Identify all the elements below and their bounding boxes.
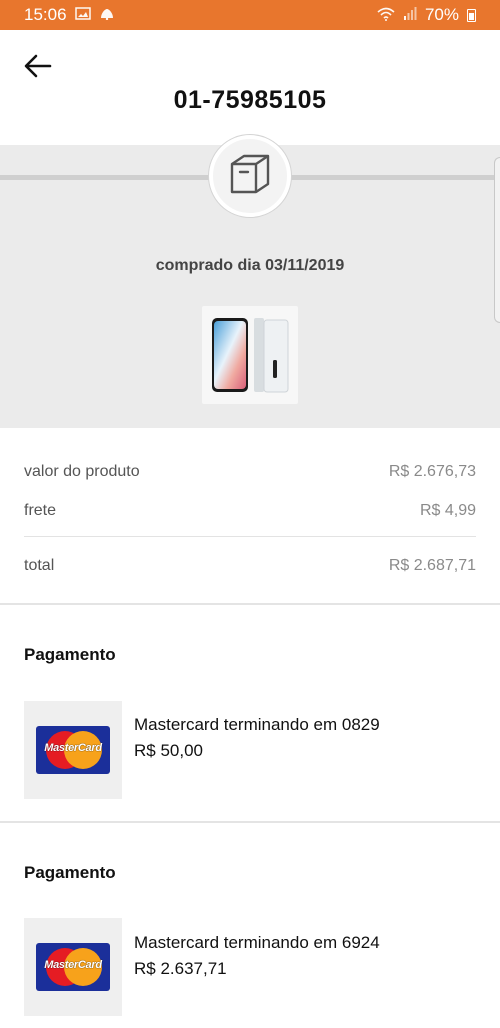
status-time: 15:06 — [24, 5, 67, 24]
summary-divider — [24, 536, 476, 537]
scroll-indicator[interactable] — [494, 157, 500, 323]
card-description: Mastercard terminando em 0829 — [134, 715, 380, 734]
payment-title: Pagamento — [24, 645, 116, 664]
box-icon — [226, 152, 274, 201]
battery-icon — [467, 8, 476, 22]
shipping-value: R$ 4,99 — [419, 502, 476, 519]
battery-percent: 70% — [424, 5, 459, 24]
payment-amount: R$ 2.637,71 — [134, 959, 227, 978]
back-button[interactable] — [18, 48, 58, 88]
payment-section: Pagamento MasterCard Mastercard terminan… — [0, 823, 500, 1028]
product-value-row: valor do produto R$ 2.676,73 — [24, 463, 476, 481]
order-status-hero: comprado dia 03/11/2019 — [0, 135, 500, 428]
total-row: total R$ 2.687,71 — [24, 557, 476, 575]
shipping-label: frete — [24, 502, 57, 519]
status-bar: 15:06 70% — [0, 0, 500, 30]
order-summary: valor do produto R$ 2.676,73 frete R$ 4,… — [0, 428, 500, 604]
notification-icon — [99, 7, 115, 23]
arrow-left-icon — [24, 54, 52, 83]
order-number: 01-75985105 — [173, 86, 327, 114]
wifi-icon — [377, 7, 395, 24]
card-description: Mastercard terminando em 6924 — [134, 933, 380, 952]
product-value: R$ 2.676,73 — [388, 463, 476, 480]
smartphone-product-image[interactable] — [202, 306, 298, 404]
payment-section: Pagamento MasterCard Mastercard terminan… — [0, 605, 500, 821]
payment-title: Pagamento — [24, 863, 116, 882]
mastercard-logo-icon: MasterCard — [36, 726, 110, 774]
box-icon-badge — [209, 135, 291, 217]
screen-cast-icon — [74, 7, 91, 23]
total-label: total — [24, 557, 55, 574]
total-value: R$ 2.687,71 — [388, 557, 476, 574]
product-value-label: valor do produto — [24, 463, 140, 480]
payment-amount: R$ 50,00 — [134, 741, 203, 760]
status-right: 70% — [377, 5, 476, 25]
card-tile: MasterCard — [24, 918, 122, 1016]
card-tile: MasterCard — [24, 701, 122, 799]
purchase-date: comprado dia 03/11/2019 — [155, 257, 345, 274]
shipping-row: frete R$ 4,99 — [24, 502, 476, 520]
signal-icon — [403, 7, 417, 23]
header: 01-75985105 — [0, 30, 500, 145]
mastercard-logo-icon: MasterCard — [36, 943, 110, 991]
status-left: 15:06 — [24, 5, 115, 25]
